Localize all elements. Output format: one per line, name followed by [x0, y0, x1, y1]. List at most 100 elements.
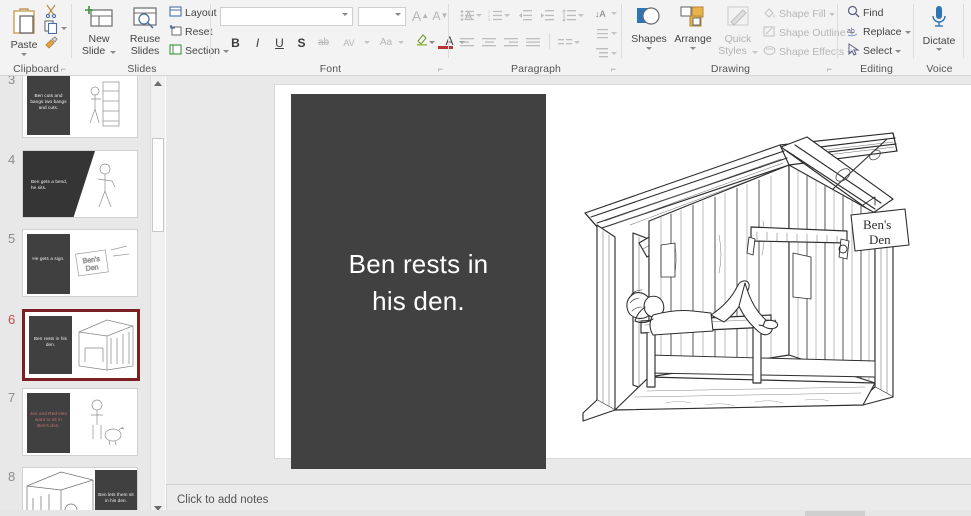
- change-case-button[interactable]: Aa: [375, 33, 397, 52]
- font-name-input[interactable]: [220, 7, 353, 26]
- chevron-down-icon[interactable]: [828, 12, 835, 16]
- strikethrough-button[interactable]: ab: [314, 33, 333, 52]
- quick-styles-label-line1: Quick: [724, 33, 752, 45]
- chevron-down-icon[interactable]: [611, 32, 617, 35]
- chevron-down-icon[interactable]: [611, 12, 617, 15]
- font-size-input[interactable]: [358, 7, 406, 26]
- cursor-arrow-icon: [847, 43, 860, 59]
- thumbnail-slide-4[interactable]: 4 Ben gets a bend, he sits.: [0, 148, 150, 226]
- italic-button[interactable]: I: [248, 33, 267, 52]
- justify-button[interactable]: [524, 33, 543, 52]
- thumbnail-slide-5[interactable]: 5 He gets a sign. Ben's Den: [0, 227, 150, 305]
- copy-button[interactable]: [44, 20, 67, 37]
- paragraph-dialog-launcher[interactable]: ⌐: [611, 64, 616, 74]
- underline-button[interactable]: U: [270, 33, 289, 52]
- chevron-down-icon[interactable]: [429, 41, 435, 44]
- chevron-down-icon[interactable]: [110, 51, 117, 54]
- shapes-button[interactable]: Shapes: [629, 4, 669, 50]
- chevron-down-icon[interactable]: [364, 41, 370, 44]
- chevron-down-icon[interactable]: [611, 52, 617, 55]
- scroll-up-button[interactable]: [151, 76, 165, 91]
- thumbnail-text: Ben lets them sit in his den.: [98, 492, 134, 504]
- chevron-down-icon[interactable]: [398, 41, 404, 44]
- chevron-down-icon[interactable]: [342, 13, 348, 16]
- den-illustration-svg: Ben's Den: [582, 132, 910, 422]
- thumbnail-frame[interactable]: Ben lets them sit in his den.: [22, 467, 138, 516]
- text-shadow-button[interactable]: S: [292, 33, 311, 52]
- chevron-down-icon[interactable]: [646, 47, 652, 50]
- chevron-down-icon[interactable]: [395, 13, 401, 16]
- thumbnail-slide-6[interactable]: 6 Ben rests in his den.: [0, 306, 150, 388]
- slide-thumbnail-pane[interactable]: 3 Ben cuts and bangs two bangs and cuts.: [0, 76, 165, 516]
- svg-text:3: 3: [488, 17, 491, 22]
- chevron-down-icon[interactable]: [904, 30, 911, 34]
- thumbnail-art-girl-hen: [91, 399, 125, 446]
- pencil-outline-icon: [763, 25, 776, 41]
- increase-indent-button[interactable]: [538, 6, 557, 25]
- current-slide[interactable]: Ben rests in his den. Ben's Den: [274, 84, 971, 469]
- chevron-down-icon[interactable]: [476, 14, 482, 17]
- numbering-button[interactable]: 1 2 3: [486, 6, 505, 25]
- clipboard-dialog-launcher[interactable]: ⌐: [61, 64, 66, 74]
- thumbnail-number: 5: [8, 231, 16, 246]
- select-button[interactable]: Select: [847, 43, 902, 59]
- cut-button[interactable]: [44, 4, 58, 21]
- bullets-button[interactable]: [458, 6, 477, 25]
- thumbnail-frame-selected[interactable]: Ben rests in his den.: [22, 309, 140, 381]
- thumbnail-frame[interactable]: He gets a sign. Ben's Den: [22, 229, 138, 297]
- align-left-button[interactable]: [458, 33, 477, 52]
- dictate-button[interactable]: Dictate: [917, 4, 961, 51]
- chevron-down-icon[interactable]: [936, 48, 942, 51]
- slide-title-panel[interactable]: Ben rests in his den.: [291, 94, 546, 469]
- align-text-button[interactable]: [593, 24, 612, 43]
- format-painter-button[interactable]: [44, 36, 58, 53]
- replace-button[interactable]: ab Replace: [847, 24, 911, 40]
- thumbnail-scrollbar[interactable]: [150, 76, 165, 516]
- chevron-down-icon[interactable]: [751, 51, 758, 54]
- thumbnail-slide-8[interactable]: 8 Ben lets them sit in his den.: [0, 465, 150, 516]
- new-slide-button[interactable]: New Slide: [77, 4, 121, 57]
- convert-to-smartart-button[interactable]: [593, 44, 612, 63]
- thumbnail-slide-7[interactable]: 7 Jen and Red Hen want to sit in Ben's d…: [0, 386, 150, 464]
- align-center-button[interactable]: [480, 33, 499, 52]
- slide-title[interactable]: Ben rests in his den.: [291, 246, 546, 320]
- arrange-button[interactable]: Arrange: [671, 4, 715, 50]
- chevron-down-icon[interactable]: [690, 47, 696, 50]
- font-dialog-launcher[interactable]: ⌐: [438, 64, 443, 74]
- thumbnail-frame[interactable]: Jen and Red Hen want to sit in Ben's den…: [22, 388, 138, 456]
- thumbnail-frame[interactable]: Ben gets a bend, he sits.: [22, 150, 138, 218]
- character-spacing-button[interactable]: AV: [336, 33, 362, 52]
- drawing-dialog-launcher[interactable]: ⌐: [827, 64, 832, 74]
- chevron-down-icon[interactable]: [504, 14, 510, 17]
- thumbnail-frame[interactable]: Ben cuts and bangs two bangs and cuts.: [22, 76, 138, 138]
- chevron-down-icon[interactable]: [21, 53, 27, 56]
- paint-bucket-icon: [763, 6, 776, 22]
- bold-button[interactable]: B: [226, 33, 245, 52]
- chevron-down-icon[interactable]: [574, 41, 580, 44]
- line-spacing-button[interactable]: [560, 6, 579, 25]
- chevron-down-icon[interactable]: [895, 49, 902, 53]
- chevron-down-icon[interactable]: [61, 27, 67, 30]
- text-direction-button[interactable]: ↓A: [593, 4, 612, 23]
- chevron-down-icon[interactable]: [578, 14, 584, 17]
- reset-button[interactable]: Reset: [169, 24, 212, 40]
- thumbnail-slide-3[interactable]: 3 Ben cuts and bangs two bangs and cuts.: [0, 76, 150, 146]
- shape-fill-label: Shape Fill: [779, 8, 826, 20]
- quick-styles-button[interactable]: Quick Styles: [717, 4, 759, 57]
- notes-placeholder[interactable]: Click to add notes: [177, 494, 268, 506]
- paste-button[interactable]: Paste: [4, 6, 44, 56]
- columns-button[interactable]: [556, 33, 575, 52]
- bottom-scroll-nub[interactable]: [805, 511, 865, 516]
- svg-text:Ben's: Ben's: [82, 256, 101, 265]
- slide-illustration[interactable]: Ben's Den: [575, 125, 920, 430]
- increase-font-size-button[interactable]: A ▲: [411, 6, 430, 25]
- reuse-slides-button[interactable]: Reuse Slides: [123, 4, 167, 57]
- align-right-button[interactable]: [502, 33, 521, 52]
- find-button[interactable]: Find: [847, 5, 883, 21]
- shape-effects-label: Shape Effects: [779, 46, 845, 58]
- scrollbar-thumb[interactable]: [152, 138, 164, 232]
- underline-label: U: [275, 35, 284, 50]
- italic-label: I: [255, 35, 260, 50]
- decrease-indent-button[interactable]: [516, 6, 535, 25]
- shape-fill-button[interactable]: Shape Fill: [763, 6, 835, 22]
